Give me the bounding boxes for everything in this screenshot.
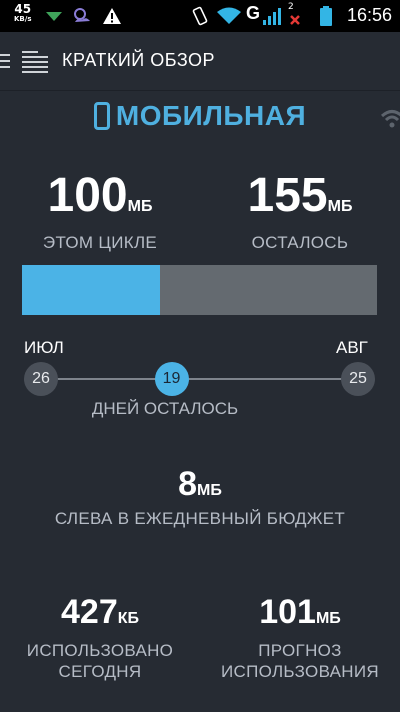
- network-title: МОБИЛЬНАЯ: [115, 100, 307, 131]
- wifi-signal-icon: [217, 7, 241, 24]
- forecast-label: ПРОГНОЗ ИСПОЛЬЗОВАНИЯ: [210, 640, 390, 682]
- remaining-value: 155: [247, 169, 328, 222]
- download-icon: [46, 12, 62, 21]
- used-today-unit: КБ: [117, 610, 139, 627]
- page-title: КРАТКИЙ ОБЗОР: [62, 50, 216, 70]
- used-this-cycle: 100МБ: [20, 168, 180, 223]
- network-speed-unit: KB/s: [14, 15, 32, 23]
- used-today: 427КБ: [10, 593, 190, 632]
- usage-progress-fill: [22, 265, 161, 315]
- used-today-label-line2: СЕГОДНЯ: [58, 662, 142, 681]
- network-type-letter: G: [246, 3, 261, 23]
- used-label: ЭТОМ ЦИКЛЕ: [42, 233, 158, 252]
- remaining-this-cycle: 155МБ: [220, 168, 380, 223]
- network-speed: 45 KB/s: [14, 2, 32, 23]
- menu-icon[interactable]: [0, 50, 50, 74]
- forecast-label-line1: ПРОГНОЗ: [258, 641, 342, 660]
- days-left-label: ДНЕЙ ОСТАЛОСЬ: [91, 399, 239, 418]
- cycle-start-day: 26: [24, 362, 58, 396]
- remaining-label: ОСТАЛОСЬ: [251, 233, 349, 252]
- app-bar: КРАТКИЙ ОБЗОР: [0, 32, 400, 91]
- forecast-label-line2: ИСПОЛЬЗОВАНИЯ: [221, 662, 379, 681]
- cycle-end-month: АВГ: [336, 338, 368, 357]
- weather-icon: [74, 8, 90, 22]
- rotation-icon: [192, 6, 208, 26]
- used-today-label: ИСПОЛЬЗОВАНО СЕГОДНЯ: [10, 640, 190, 682]
- warning-icon: [103, 8, 121, 24]
- daily-budget-unit: МБ: [197, 482, 222, 499]
- daily-budget-value: 8: [178, 465, 198, 503]
- battery-icon: [320, 6, 332, 26]
- network-selector[interactable]: МОБИЛЬНАЯ: [0, 100, 400, 140]
- wifi-tab-icon[interactable]: [380, 108, 400, 130]
- forecast-value: 101: [259, 593, 316, 631]
- clock: 16:56: [346, 5, 392, 25]
- used-today-label-line1: ИСПОЛЬЗОВАНО: [26, 641, 174, 660]
- mobile-phone-icon: [93, 102, 110, 130]
- used-today-value: 427: [61, 593, 118, 631]
- daily-budget-label: СЛЕВА В ЕЖЕДНЕВНЫЙ БЮДЖЕТ: [54, 509, 346, 528]
- usage-progress-bar: [22, 265, 377, 315]
- used-unit: МБ: [127, 198, 153, 215]
- cellular-signal-icon: [263, 8, 281, 25]
- forecast-unit: МБ: [315, 610, 341, 627]
- status-bar: 45 KB/s G 2 16:56: [0, 0, 400, 32]
- usage-forecast: 101МБ: [210, 593, 390, 632]
- network-speed-value: 45: [14, 2, 32, 16]
- cycle-end-day: 25: [341, 362, 375, 396]
- cycle-start-month: ИЮЛ: [24, 338, 64, 357]
- remaining-unit: МБ: [327, 198, 353, 215]
- daily-budget: 8МБ: [0, 465, 400, 504]
- cycle-timeline: [42, 378, 358, 380]
- used-value: 100: [47, 169, 128, 222]
- current-day-marker: 19: [154, 362, 189, 396]
- no-signal-icon: [290, 15, 300, 25]
